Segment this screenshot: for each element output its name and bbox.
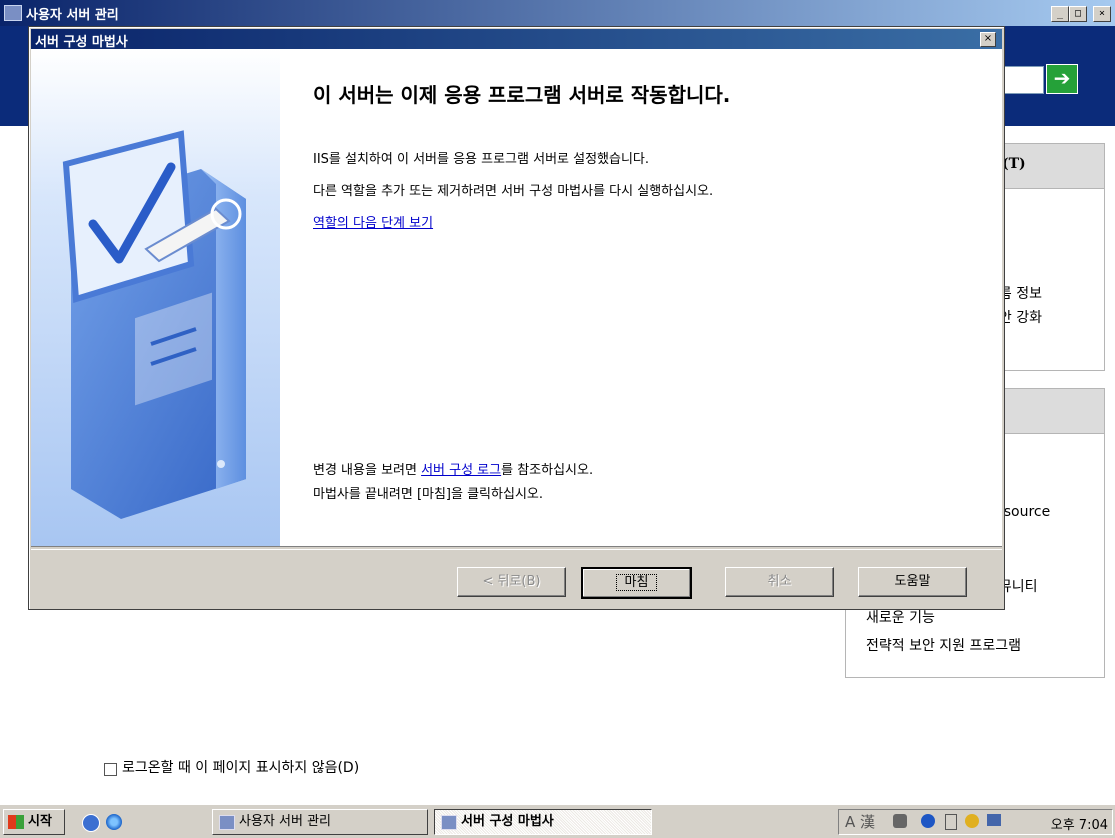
dialog-close-button[interactable]: × bbox=[980, 32, 996, 47]
log-suffix: 를 참조하십시오. bbox=[501, 463, 594, 478]
system-tray: A 漢 오후 7:04 bbox=[838, 809, 1113, 835]
network-icon[interactable] bbox=[945, 814, 957, 830]
dialog-content: 이 서버는 이제 응용 프로그램 서버로 작동합니다. IIS를 설치하여 이 … bbox=[31, 49, 1002, 546]
log-sentence: 변경 내용을 보려면 서버 구성 로그를 참조하십시오. bbox=[313, 459, 593, 478]
taskbar: 시작 사용자 서버 관리 서버 구성 마법사 A 漢 오후 7:04 bbox=[0, 804, 1115, 838]
server-config-log-link[interactable]: 서버 구성 로그 bbox=[421, 463, 501, 478]
body-line-2: 다른 역할을 추가 또는 제거하려면 서버 구성 마법사를 다시 실행하십시오. bbox=[313, 184, 714, 199]
internet-explorer-icon[interactable] bbox=[106, 814, 122, 830]
maximize-button[interactable]: □ bbox=[1069, 6, 1087, 22]
window-icon bbox=[441, 815, 457, 830]
close-button[interactable]: × bbox=[1093, 6, 1111, 22]
task-label: 서버 구성 마법사 bbox=[461, 814, 554, 829]
help-icon[interactable] bbox=[921, 814, 935, 828]
clock[interactable]: 오후 7:04 bbox=[1051, 814, 1108, 833]
window-icon bbox=[219, 815, 235, 830]
log-prefix: 변경 내용을 보려면 bbox=[313, 463, 422, 478]
task-label: 사용자 서버 관리 bbox=[239, 814, 331, 829]
finish-button-label: 마침 bbox=[615, 574, 658, 591]
panel-heading: (T) bbox=[1002, 156, 1026, 172]
panel-link-7[interactable]: 새로운 기능 bbox=[866, 607, 935, 627]
next-steps-link[interactable]: 역할의 다음 단계 보기 bbox=[313, 212, 433, 231]
start-button[interactable]: 시작 bbox=[3, 809, 65, 835]
task-server-management[interactable]: 사용자 서버 관리 bbox=[212, 809, 428, 835]
app-icon bbox=[4, 5, 22, 21]
wizard-side-illustration bbox=[31, 49, 280, 546]
body-line-1: IIS를 설치하여 이 서버를 응용 프로그램 서버로 설정했습니다. bbox=[313, 152, 650, 167]
ime-indicator[interactable]: A 漢 bbox=[845, 814, 875, 830]
help-button[interactable]: 도움말 bbox=[858, 567, 967, 597]
security-shield-icon[interactable] bbox=[965, 814, 979, 828]
cancel-button[interactable]: 취소 bbox=[725, 567, 834, 597]
ime-tool-icon[interactable] bbox=[893, 814, 907, 828]
windows-flag-icon bbox=[8, 815, 24, 829]
finish-button[interactable]: 마침 bbox=[581, 567, 692, 599]
background-titlebar[interactable]: 사용자 서버 관리 _ □ × bbox=[0, 0, 1115, 26]
back-button[interactable]: < 뒤로(B) bbox=[457, 567, 566, 597]
network-status-icon[interactable] bbox=[987, 814, 1001, 826]
server-config-wizard-dialog: 서버 구성 마법사 × 이 서버는 이제 응용 프로그램 서버로 작동합니다. … bbox=[28, 26, 1005, 610]
wizard-heading: 이 서버는 이제 응용 프로그램 서버로 작동합니다. bbox=[313, 83, 731, 107]
dialog-separator bbox=[31, 546, 1002, 550]
show-desktop-icon[interactable] bbox=[82, 814, 100, 832]
server-checkmark-icon bbox=[62, 130, 246, 519]
panel-link-8[interactable]: 전략적 보안 지원 프로그램 bbox=[866, 635, 1021, 655]
dialog-titlebar[interactable]: 서버 구성 마법사 × bbox=[31, 29, 1002, 50]
dont-show-checkbox[interactable] bbox=[104, 763, 117, 776]
dont-show-label[interactable]: 로그온할 때 이 페이지 표시하지 않음(D) bbox=[122, 757, 359, 777]
minimize-button[interactable]: _ bbox=[1051, 6, 1069, 22]
start-label: 시작 bbox=[28, 814, 52, 829]
dialog-title: 서버 구성 마법사 bbox=[35, 35, 128, 50]
task-server-config-wizard[interactable]: 서버 구성 마법사 bbox=[434, 809, 652, 835]
go-arrow-icon[interactable]: ➔ bbox=[1046, 64, 1078, 94]
window-title: 사용자 서버 관리 bbox=[26, 8, 119, 23]
finish-instruction: 마법사를 끝내려면 [마침]을 클릭하십시오. bbox=[313, 487, 543, 502]
